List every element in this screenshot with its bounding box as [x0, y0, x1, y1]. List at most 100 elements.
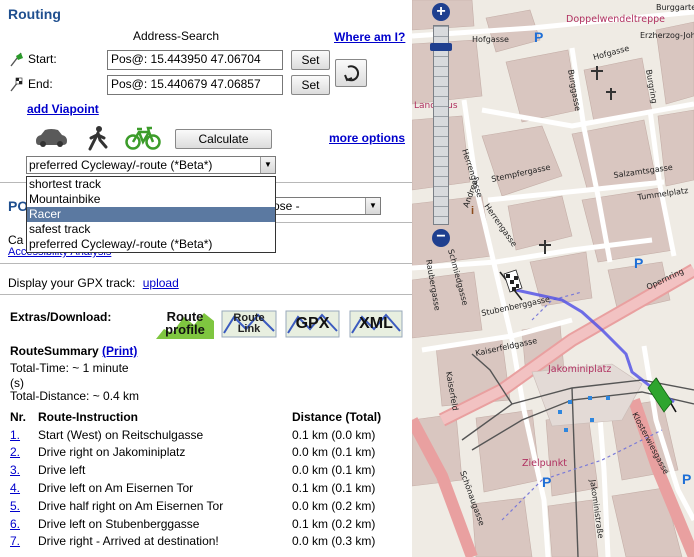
row-nr-link[interactable]: 6. [10, 515, 38, 533]
col-instruction: Route-Instruction [38, 409, 138, 424]
swap-button[interactable] [335, 59, 367, 87]
row-instruction: Drive left [38, 463, 86, 478]
row-instruction: Drive left on Stubenberggasse [38, 516, 200, 531]
table-row: 2. Drive right on Jakominiplatz 0.0 km (… [10, 444, 381, 462]
chevron-down-icon[interactable]: ▼ [365, 198, 380, 214]
row-instruction: Drive right on Jakominiplatz [38, 445, 186, 460]
map-label: Jakominiplatz [547, 364, 611, 375]
parking-icon: P [534, 29, 543, 45]
row-nr-link[interactable]: 7. [10, 533, 38, 551]
col-nr: Nr. [10, 409, 27, 424]
category-select[interactable]: ose - ▼ [270, 197, 381, 215]
zoom-slider-track[interactable] [433, 25, 449, 225]
route-summary-title: RouteSummary [10, 344, 99, 358]
col-distance: Distance (Total) [292, 409, 382, 424]
table-row: 3. Drive left 0.0 km (0.1 km) [10, 461, 381, 479]
end-row: End: [8, 76, 53, 92]
row-nr-link[interactable]: 2. [10, 444, 38, 462]
table-header-row: Nr. Route-Instruction Distance (Total) [10, 408, 381, 426]
row-distance: 0.0 km (0.2 km) [292, 498, 376, 513]
row-nr-link[interactable]: 3. [10, 461, 38, 479]
where-am-i-link[interactable]: Where am I? [334, 30, 405, 44]
calculate-button[interactable]: Calculate [175, 129, 272, 149]
dropdown-option[interactable]: Mountainbike [27, 192, 275, 207]
end-input[interactable]: Pos@: 15.440679 47.06857 [107, 75, 283, 95]
xml-button[interactable]: XML [348, 309, 404, 339]
route-profile-label: Route profile [165, 309, 205, 337]
map-label: Hofgasse [472, 35, 509, 44]
zoom-control[interactable]: + − [430, 3, 452, 247]
end-set-button[interactable]: Set [291, 75, 330, 95]
chevron-down-icon[interactable]: ▼ [260, 157, 275, 173]
start-label: Start: [28, 52, 57, 66]
route-link-label: Route Link [233, 312, 265, 335]
dropdown-option[interactable]: preferred Cycleway/-route (*Beta*) [27, 237, 275, 252]
info-icon: i [471, 205, 474, 217]
more-options-link[interactable]: more options [329, 131, 405, 145]
row-distance: 0.0 km (0.3 km) [292, 534, 376, 549]
table-row: 4. Drive left on Am Eisernen Tor 0.1 km … [10, 479, 381, 497]
route-link-button[interactable]: Route Link [220, 309, 278, 339]
zoom-out-button[interactable]: − [432, 229, 450, 247]
start-flag-icon [10, 52, 23, 67]
gpx-button[interactable]: GPX [284, 309, 341, 339]
map-view[interactable]: Burggarten Doppelwendeltreppe Hofgasse H… [412, 0, 694, 557]
divider [0, 294, 412, 295]
route-summary-heading: RouteSummary (Print) [10, 344, 137, 358]
map-canvas[interactable]: Burggarten Doppelwendeltreppe Hofgasse H… [412, 0, 694, 557]
gpx-track-text: Display your GPX track: [8, 276, 136, 290]
row-instruction: Drive left on Am Eisernen Tor [38, 481, 194, 496]
row-distance: 0.0 km (0.1 km) [292, 463, 376, 478]
table-row: 5. Drive half right on Am Eisernen Tor 0… [10, 497, 381, 515]
divider [276, 222, 412, 223]
dropdown-option-highlighted[interactable]: Racer [27, 207, 275, 222]
row-distance: 0.0 km (0.1 km) [292, 445, 376, 460]
pedestrian-icon[interactable] [86, 125, 110, 151]
row-nr-link[interactable]: 5. [10, 497, 38, 515]
start-input[interactable]: Pos@: 15.443950 47.06704 [107, 50, 283, 70]
car-icon[interactable] [33, 127, 69, 149]
row-distance: 0.1 km (0.1 km) [292, 481, 376, 496]
map-label: Burggarten [656, 3, 694, 12]
map-label: Erzherzog-Joh [640, 31, 694, 40]
zoom-in-button[interactable]: + [432, 3, 450, 21]
total-time: Total-Time: ~ 1 minute (s) [10, 361, 129, 390]
gpx-track-label: Display your GPX track: upload [8, 276, 179, 290]
upload-link[interactable]: upload [143, 276, 179, 290]
extras-label: Extras/Download: [10, 310, 112, 324]
row-instruction: Drive half right on Am Eisernen Tor [38, 498, 224, 513]
parking-icon: P [634, 255, 643, 271]
table-row: 6. Drive left on Stubenberggasse 0.1 km … [10, 515, 381, 533]
routing-panel: Routing Address-Search Where am I? Start… [0, 0, 412, 557]
row-instruction: Start (West) on Reitschulgasse [38, 427, 204, 442]
category-select-value: ose - [273, 199, 300, 213]
route-instructions-table: Nr. Route-Instruction Distance (Total) 1… [10, 408, 381, 550]
row-nr-link[interactable]: 1. [10, 426, 38, 444]
profile-dropdown-list[interactable]: shortest track Mountainbike Racer safest… [26, 176, 276, 253]
table-row: 7. Drive right - Arrived at destination!… [10, 533, 381, 551]
route-profile-button[interactable]: Route profile [156, 307, 214, 339]
add-viapoint-link[interactable]: add Viapoint [27, 102, 99, 116]
dropdown-option[interactable]: shortest track [27, 177, 275, 192]
start-row: Start: [8, 51, 57, 67]
address-search-heading: Address-Search [133, 29, 220, 43]
gpx-label: GPX [295, 315, 330, 332]
row-instruction: Drive right - Arrived at destination! [38, 534, 219, 549]
start-set-button[interactable]: Set [291, 50, 330, 70]
bicycle-icon[interactable] [125, 125, 161, 151]
partial-text: Ca [8, 233, 24, 247]
row-distance: 0.1 km (0.2 km) [292, 516, 376, 531]
map-label: Doppelwendeltreppe [566, 14, 665, 25]
parking-icon: P [542, 474, 551, 490]
profile-select-value: preferred Cycleway/-route (*Beta*) [29, 158, 213, 172]
end-flag-icon [10, 77, 23, 92]
panel-title: Routing [8, 6, 61, 22]
print-link[interactable]: (Print) [102, 344, 137, 358]
parking-icon: P [682, 471, 691, 487]
divider [0, 263, 412, 264]
dropdown-option[interactable]: safest track [27, 222, 275, 237]
profile-select[interactable]: preferred Cycleway/-route (*Beta*) ▼ [26, 156, 276, 174]
swap-icon [344, 65, 360, 82]
row-nr-link[interactable]: 4. [10, 479, 38, 497]
zoom-slider-handle[interactable] [430, 43, 452, 51]
